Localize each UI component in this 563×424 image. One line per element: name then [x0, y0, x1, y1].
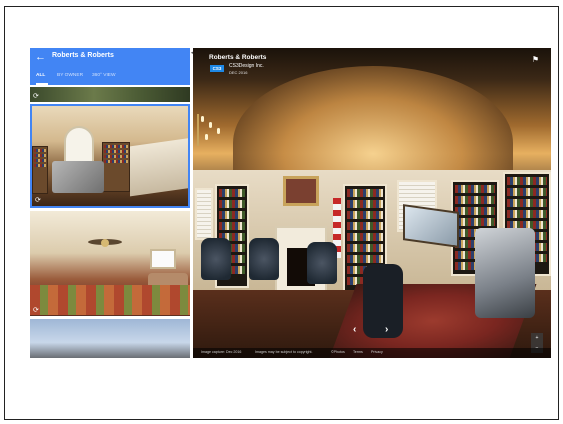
chevron-left-icon[interactable]: ‹ [353, 324, 356, 335]
panorama-icon: ⟳ [35, 197, 41, 204]
photo-thumbnail-selected[interactable]: ⟳ [30, 104, 190, 208]
sofa [30, 285, 190, 315]
capture-date: DEC 2016 [229, 70, 248, 75]
bookshelf [32, 146, 48, 194]
chair [307, 242, 337, 284]
panorama-viewer[interactable]: Roberts & Roberts CS3 CS3Design Inc. DEC… [193, 48, 551, 358]
sidebar-title: Roberts & Roberts [52, 52, 114, 59]
desk-chair [363, 264, 403, 338]
display-panel [130, 137, 188, 197]
panorama-icon: ⟳ [33, 93, 39, 100]
capture-info: Image capture: Dec 2016 [201, 350, 242, 354]
photo-thumbnail[interactable]: ⟳ [30, 211, 190, 316]
robotic-arm [475, 228, 535, 318]
copyright-notice: Images may be subject to copyright. [255, 350, 313, 354]
bookshelf [102, 142, 130, 192]
company-logo[interactable]: CS3 [210, 65, 224, 72]
company-name[interactable]: CS3Design Inc. [229, 63, 264, 69]
arched-window [64, 126, 94, 164]
panorama-icon: ⟳ [33, 307, 39, 314]
chevron-right-icon[interactable]: › [385, 324, 388, 335]
machine [52, 161, 104, 193]
photo-thumbnail[interactable]: ⟳ [30, 87, 190, 102]
ceiling-fan-light [101, 239, 109, 247]
photo-thumbnail[interactable] [30, 319, 190, 358]
chandelier [197, 114, 225, 146]
easel-display [403, 204, 459, 248]
tab-all[interactable]: ALL [36, 73, 45, 78]
privacy-link[interactable]: Privacy [371, 350, 383, 354]
viewer-title: Roberts & Roberts [209, 54, 267, 61]
vaulted-ceiling [233, 66, 513, 176]
sidebar-header: ← Roberts & Roberts ALL BY OWNER 360° VI… [30, 48, 190, 85]
brand-link[interactable]: ©Photos [331, 350, 345, 354]
photo-sidebar: ← Roberts & Roberts ALL BY OWNER 360° VI… [30, 48, 190, 358]
tab-360-view[interactable]: 360° VIEW [92, 73, 116, 78]
chair [249, 238, 279, 280]
photo-tabs: ALL BY OWNER 360° VIEW [30, 72, 190, 85]
tab-by-owner[interactable]: BY OWNER [57, 73, 83, 78]
window [195, 188, 213, 240]
terms-link[interactable]: Terms [353, 350, 363, 354]
window [150, 249, 176, 269]
zoom-in-button[interactable]: + [531, 333, 543, 343]
viewer-footer: Image capture: Dec 2016 Images may be su… [193, 348, 551, 358]
framed-painting [283, 176, 319, 206]
flag-icon[interactable]: ⚑ [532, 55, 539, 64]
chair [201, 238, 231, 280]
back-arrow-icon[interactable]: ← [35, 51, 46, 63]
active-tab-indicator [36, 83, 48, 85]
